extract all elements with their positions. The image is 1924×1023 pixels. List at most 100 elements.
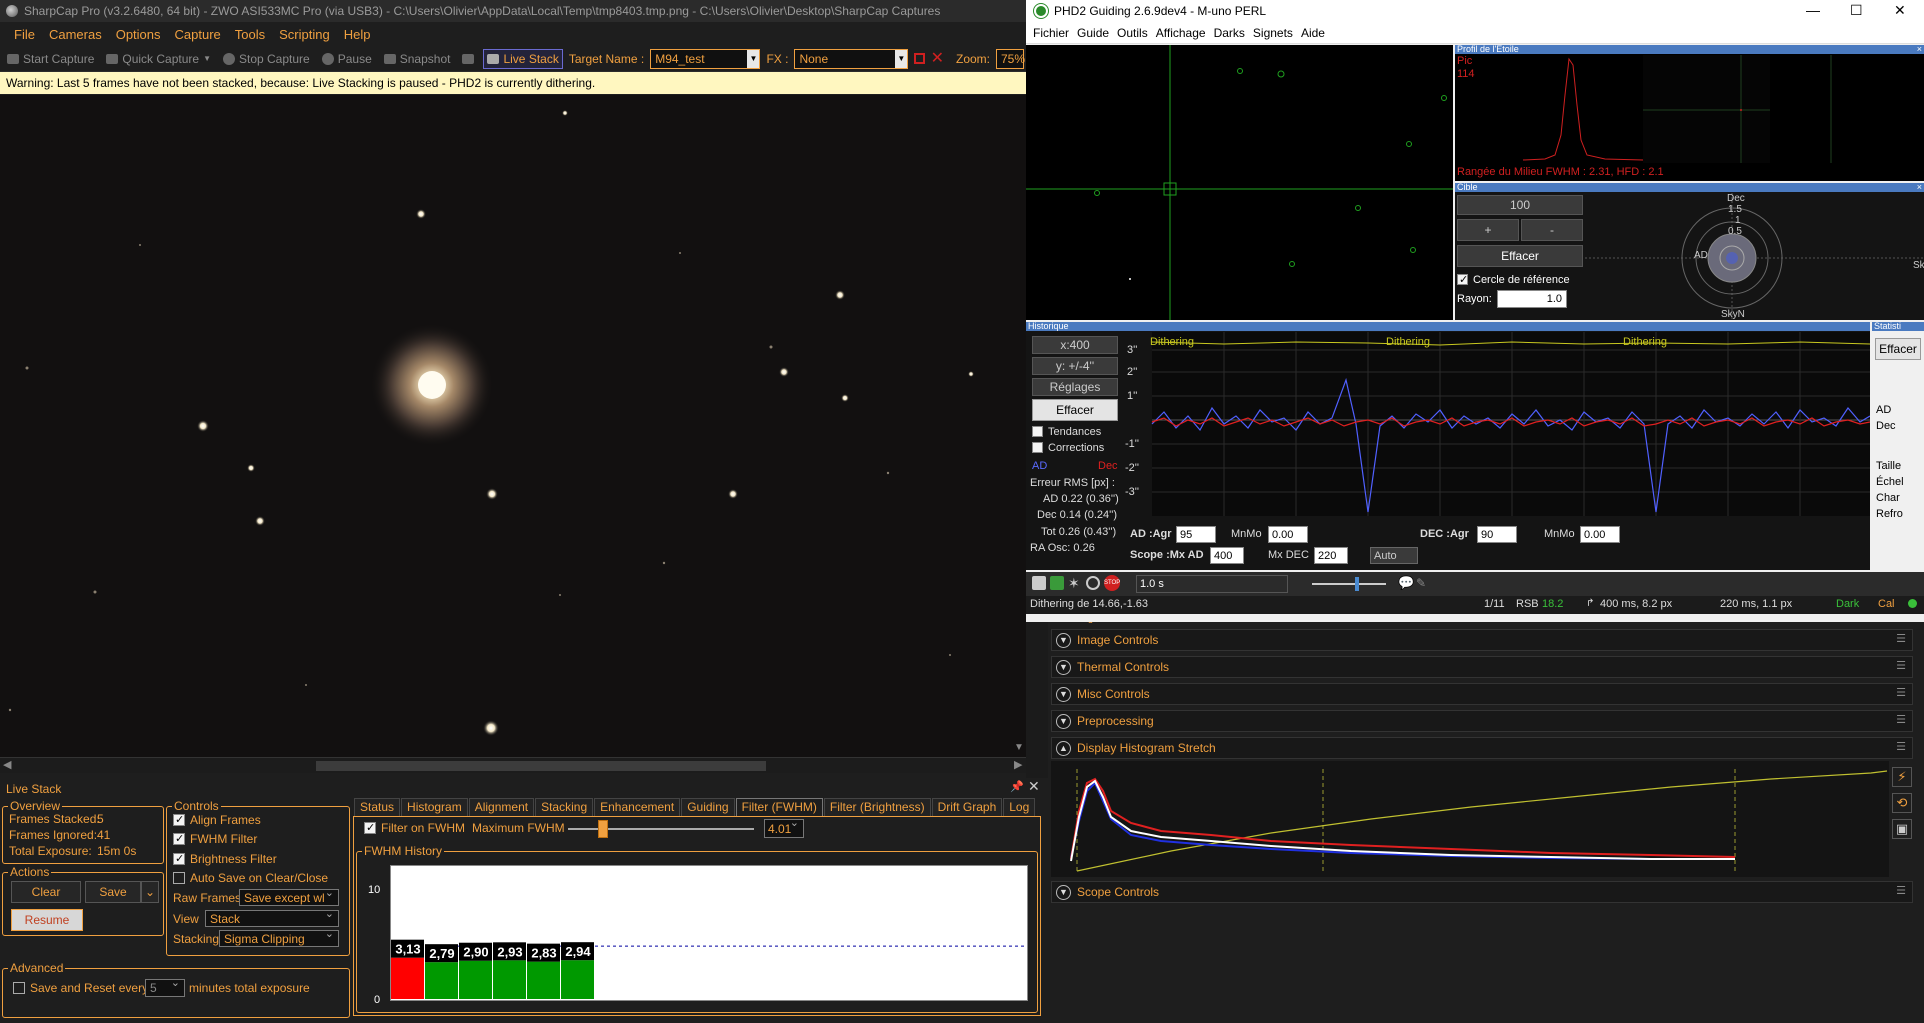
preprocessing-panel[interactable]: ▼ Preprocessing ☰ — [1051, 710, 1913, 732]
fx-select[interactable]: None ▼ — [794, 48, 909, 69]
scroll-left-icon[interactable]: ◀ — [3, 758, 11, 771]
maximum-fwhm-input[interactable]: 4.01 — [764, 816, 804, 838]
display-histogram-stretch-panel[interactable]: ▲ Display Histogram Stretch ☰ — [1051, 737, 1913, 759]
close-icon[interactable]: ✕ — [1028, 778, 1040, 795]
target-name-input[interactable]: M94_test ▼ — [650, 48, 761, 69]
fwhm-filter-checkbox[interactable]: FWHM Filter — [173, 832, 257, 846]
lightning-icon[interactable]: ⚡ — [1892, 767, 1912, 787]
view-select[interactable]: Stack — [205, 907, 339, 927]
tab-stacking[interactable]: Stacking — [535, 798, 594, 816]
tab-status[interactable]: Status — [354, 798, 401, 816]
start-capture-button[interactable]: Start Capture — [4, 52, 97, 66]
image-controls-panel[interactable]: ▼ Image Controls ☰ — [1051, 629, 1913, 651]
close-icon[interactable]: × — [1917, 45, 1922, 54]
crosshair-icon[interactable]: ✕ — [931, 50, 944, 66]
settings-select[interactable]: Réglages — [1032, 378, 1118, 396]
menu-options[interactable]: Options — [110, 27, 169, 42]
stop-icon[interactable]: STOP — [1104, 575, 1120, 591]
chevron-down-icon[interactable]: ▼ — [895, 49, 908, 68]
maximum-fwhm-slider-track[interactable] — [568, 828, 754, 830]
tab-filter-fwhm[interactable]: Filter (FWHM) — [735, 798, 823, 816]
image-vertical-scrollbar[interactable]: ▼ — [1012, 95, 1026, 757]
loop-icon[interactable] — [1032, 576, 1046, 590]
align-frames-checkbox[interactable]: Align Frames — [173, 813, 261, 827]
chevron-down-icon[interactable]: ▼ — [1056, 686, 1071, 702]
scroll-right-icon[interactable]: ▶ — [1014, 758, 1022, 771]
filter-on-fwhm-check[interactable] — [364, 821, 376, 834]
stacking-select[interactable]: Sigma Clipping — [219, 927, 339, 947]
menu-icon[interactable]: ☰ — [1896, 884, 1906, 897]
scroll-down-icon[interactable]: ▼ — [1014, 742, 1024, 753]
menu-cameras[interactable]: Cameras — [43, 27, 110, 42]
x-scale-select[interactable]: x:400 — [1032, 336, 1118, 354]
menu-icon[interactable]: ☰ — [1896, 713, 1906, 726]
pause-button[interactable]: Pause — [319, 52, 375, 66]
raw-frames-select[interactable]: Save except wl — [239, 886, 339, 906]
chat-bubble-icon[interactable]: 💬 — [1398, 575, 1414, 591]
menu-scripting[interactable]: Scripting — [273, 27, 338, 42]
chevron-down-icon[interactable]: ▼ — [1056, 659, 1071, 675]
menu-darks[interactable]: Darks — [1210, 26, 1249, 40]
corrections-checkbox[interactable]: Corrections — [1032, 442, 1104, 454]
chevron-up-icon[interactable]: ▲ — [1056, 740, 1071, 756]
live-stack-button[interactable]: Live Stack — [483, 48, 563, 69]
save-reset-checkbox[interactable]: Save and Reset every — [13, 981, 148, 995]
histogram-stretch-chart[interactable] — [1051, 761, 1889, 877]
align-frames-check[interactable] — [173, 813, 185, 826]
horizontal-scroll-thumb[interactable] — [316, 761, 766, 771]
zoom-select[interactable]: 75% — [996, 48, 1025, 69]
reference-circle-check[interactable] — [1457, 273, 1468, 286]
menu-signets[interactable]: Signets — [1249, 26, 1297, 40]
filter-on-fwhm-checkbox[interactable]: Filter on FWHM — [364, 821, 465, 835]
menu-help[interactable]: Help — [338, 27, 379, 42]
gamma-slider-thumb[interactable] — [1355, 577, 1359, 591]
save-reset-check[interactable] — [13, 982, 25, 994]
misc-controls-panel[interactable]: ▼ Misc Controls ☰ — [1051, 683, 1913, 705]
image-horizontal-scrollbar[interactable]: ◀ ▶ — [0, 757, 1026, 773]
guide-camera-view[interactable] — [1026, 45, 1453, 320]
y-scale-select[interactable]: y: +/-4'' — [1032, 357, 1118, 375]
menu-affichage[interactable]: Affichage — [1152, 26, 1210, 40]
reset-icon[interactable]: ⟲ — [1892, 793, 1912, 813]
monitor-button[interactable] — [459, 53, 477, 64]
clear-button[interactable]: Clear — [11, 881, 81, 903]
mx-dec-input[interactable]: 220 — [1314, 547, 1348, 564]
menu-guide[interactable]: Guide — [1073, 26, 1113, 40]
thermal-controls-panel[interactable]: ▼ Thermal Controls ☰ — [1051, 656, 1913, 678]
menu-icon[interactable]: ☰ — [1896, 659, 1906, 672]
menu-file[interactable]: File — [8, 27, 43, 42]
chevron-down-icon[interactable]: ▼ — [747, 49, 760, 68]
menu-icon[interactable]: ☰ — [1896, 740, 1906, 753]
live-image-view[interactable] — [0, 95, 1026, 757]
tab-alignment[interactable]: Alignment — [468, 798, 535, 816]
target-scale-select[interactable]: 100 — [1457, 195, 1583, 215]
chevron-down-icon[interactable]: ▼ — [203, 54, 211, 63]
reference-circle-checkbox[interactable]: Cercle de référence — [1457, 273, 1570, 286]
scope-mx-ad-input[interactable]: 400 — [1210, 547, 1244, 564]
scope-controls-panel[interactable]: ▼ Scope Controls ☰ — [1051, 881, 1913, 903]
zoom-in-button[interactable]: + — [1457, 219, 1519, 241]
ad-agr-input[interactable]: 95 — [1176, 526, 1216, 543]
gamma-slider-track[interactable] — [1312, 583, 1386, 585]
menu-icon[interactable]: ☰ — [1896, 632, 1906, 645]
tab-enhancement[interactable]: Enhancement — [594, 798, 681, 816]
menu-capture[interactable]: Capture — [169, 27, 229, 42]
minutes-stepper[interactable]: 5 — [145, 976, 185, 997]
menu-tools[interactable]: Tools — [229, 27, 273, 42]
save-icon[interactable]: ▣ — [1892, 819, 1912, 839]
minimize-icon[interactable]: — — [1806, 2, 1820, 18]
resume-button[interactable]: Resume — [11, 909, 83, 931]
dec-mode-select[interactable]: Auto — [1370, 547, 1418, 564]
chevron-down-icon[interactable]: ▼ — [1056, 632, 1071, 648]
menu-icon[interactable]: ☰ — [1896, 686, 1906, 699]
trends-checkbox[interactable]: Tendances — [1032, 426, 1101, 438]
tab-histogram[interactable]: Histogram — [401, 798, 468, 816]
tab-guiding[interactable]: Guiding — [681, 798, 735, 816]
corrections-check[interactable] — [1032, 442, 1043, 453]
zoom-out-button[interactable]: - — [1521, 219, 1583, 241]
brightness-filter-check[interactable] — [173, 852, 185, 865]
chevron-down-icon[interactable]: ▼ — [1056, 884, 1071, 900]
menu-outils[interactable]: Outils — [1113, 26, 1152, 40]
fwhm-filter-check[interactable] — [173, 832, 185, 845]
auto-select-star-icon[interactable] — [1050, 576, 1064, 590]
